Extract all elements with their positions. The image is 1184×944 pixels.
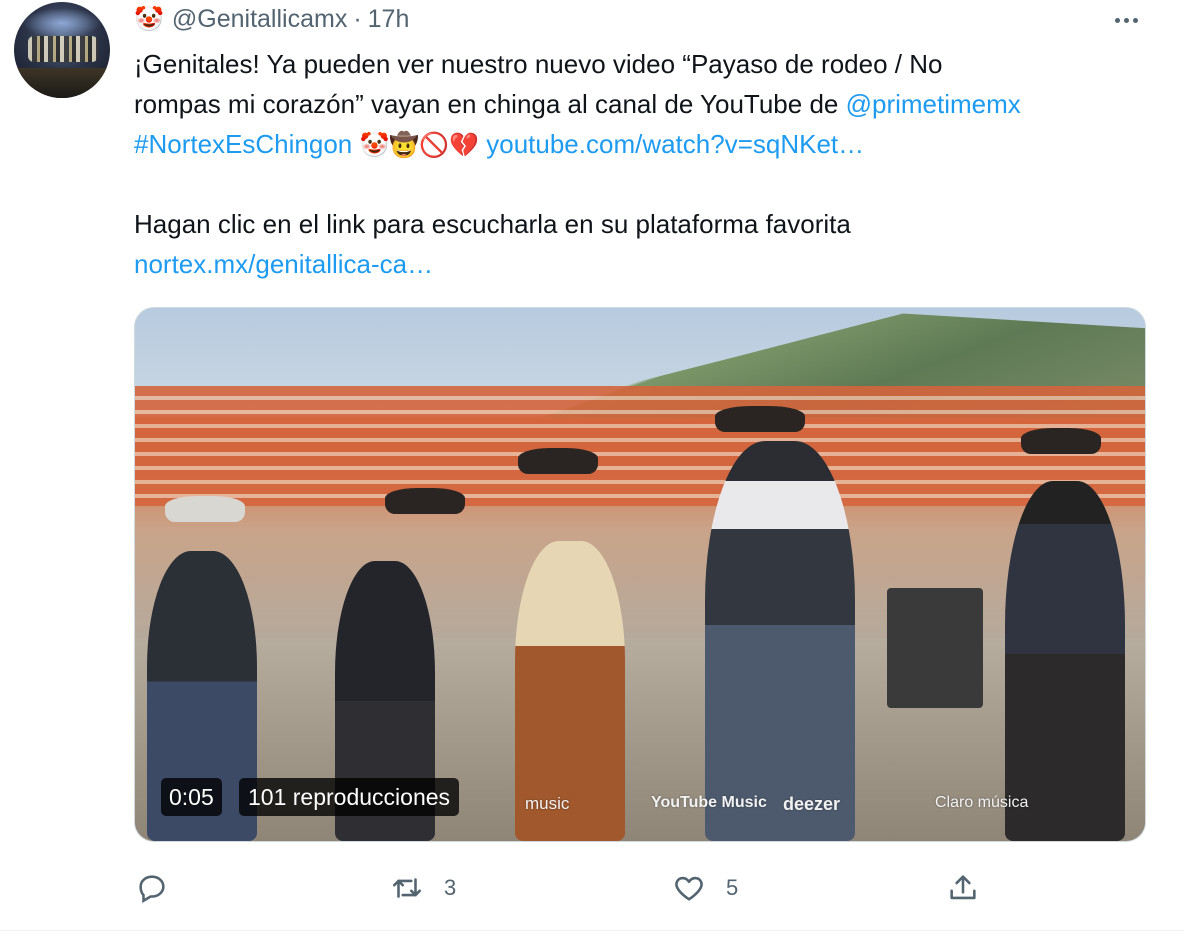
tweet[interactable]: 🤡 @Genitallicamx · 17h ¡Genitales! Ya pu… (0, 0, 1184, 944)
video-hat (518, 448, 598, 474)
tweet-text-segment: rompas mi corazón” vayan en chinga al ca… (134, 89, 846, 119)
emoji-group: 🤡🤠🚫💔 (359, 132, 479, 159)
video-stands (135, 386, 1145, 506)
avatar-stage-light (22, 8, 102, 38)
avatar[interactable] (14, 2, 110, 98)
tweet-text: ¡Genitales! Ya pueden ver nuestro nuevo … (134, 44, 1154, 284)
nortex-link[interactable]: nortex.mx/genitallica-ca… (134, 249, 433, 279)
youtube-music-watermark: YouTube Music (651, 794, 767, 811)
like-icon (675, 876, 703, 901)
video-player[interactable]: music YouTube Music deezer Claro música … (134, 307, 1146, 842)
video-hat (165, 496, 245, 522)
reply-icon (139, 875, 165, 904)
mention-link[interactable]: @primetimemx (846, 89, 1021, 119)
avatar-floor (14, 68, 110, 98)
retweet-icon (392, 878, 422, 898)
share-button[interactable] (946, 868, 980, 908)
clown-emoji: 🤡 (134, 5, 164, 33)
like-button[interactable]: 5 (672, 868, 738, 908)
share-icon (950, 875, 976, 900)
video-timestamp: 0:05 (161, 778, 222, 816)
claro-musica-watermark: Claro música (935, 794, 1029, 811)
music-watermark: music (525, 794, 570, 813)
tweet-text-line: #NortexEsChingon 🤡🤠🚫💔 youtube.com/watch?… (134, 124, 1154, 164)
video-hat (715, 406, 805, 432)
video-performer (705, 441, 855, 841)
tweet-time[interactable]: 17h (368, 5, 410, 34)
retweet-button[interactable]: 3 (390, 868, 456, 908)
like-count: 5 (726, 875, 739, 900)
hashtag-link[interactable]: #NortexEsChingon (134, 129, 352, 159)
youtube-link[interactable]: youtube.com/watch?v=sqNKet… (486, 129, 864, 159)
tweet-text-line: Hagan clic en el link para escucharla en… (134, 209, 851, 239)
video-performer (1005, 481, 1125, 841)
video-views: 101 reproducciones (239, 778, 460, 816)
more-options-icon[interactable] (1108, 6, 1144, 34)
reply-button[interactable] (135, 868, 189, 908)
separator-dot: · (353, 4, 362, 33)
tweet-text-line: rompas mi corazón” vayan en chinga al ca… (134, 84, 1154, 124)
tweet-text-line: nortex.mx/genitallica-ca… (134, 244, 1154, 284)
tweet-header: 🤡 @Genitallicamx · 17h (134, 4, 409, 34)
avatar-band (28, 36, 98, 62)
deezer-watermark: deezer (783, 794, 841, 814)
video-hat (1021, 428, 1101, 454)
retweet-count: 3 (444, 875, 457, 900)
video-amplifier (887, 588, 983, 708)
tweet-actions: 3 5 (0, 868, 1184, 908)
tweet-divider (0, 930, 1184, 931)
author-handle[interactable]: @Genitallicamx (172, 5, 347, 34)
tweet-text-line: ¡Genitales! Ya pueden ver nuestro nuevo … (134, 49, 943, 79)
video-hat (385, 488, 465, 514)
